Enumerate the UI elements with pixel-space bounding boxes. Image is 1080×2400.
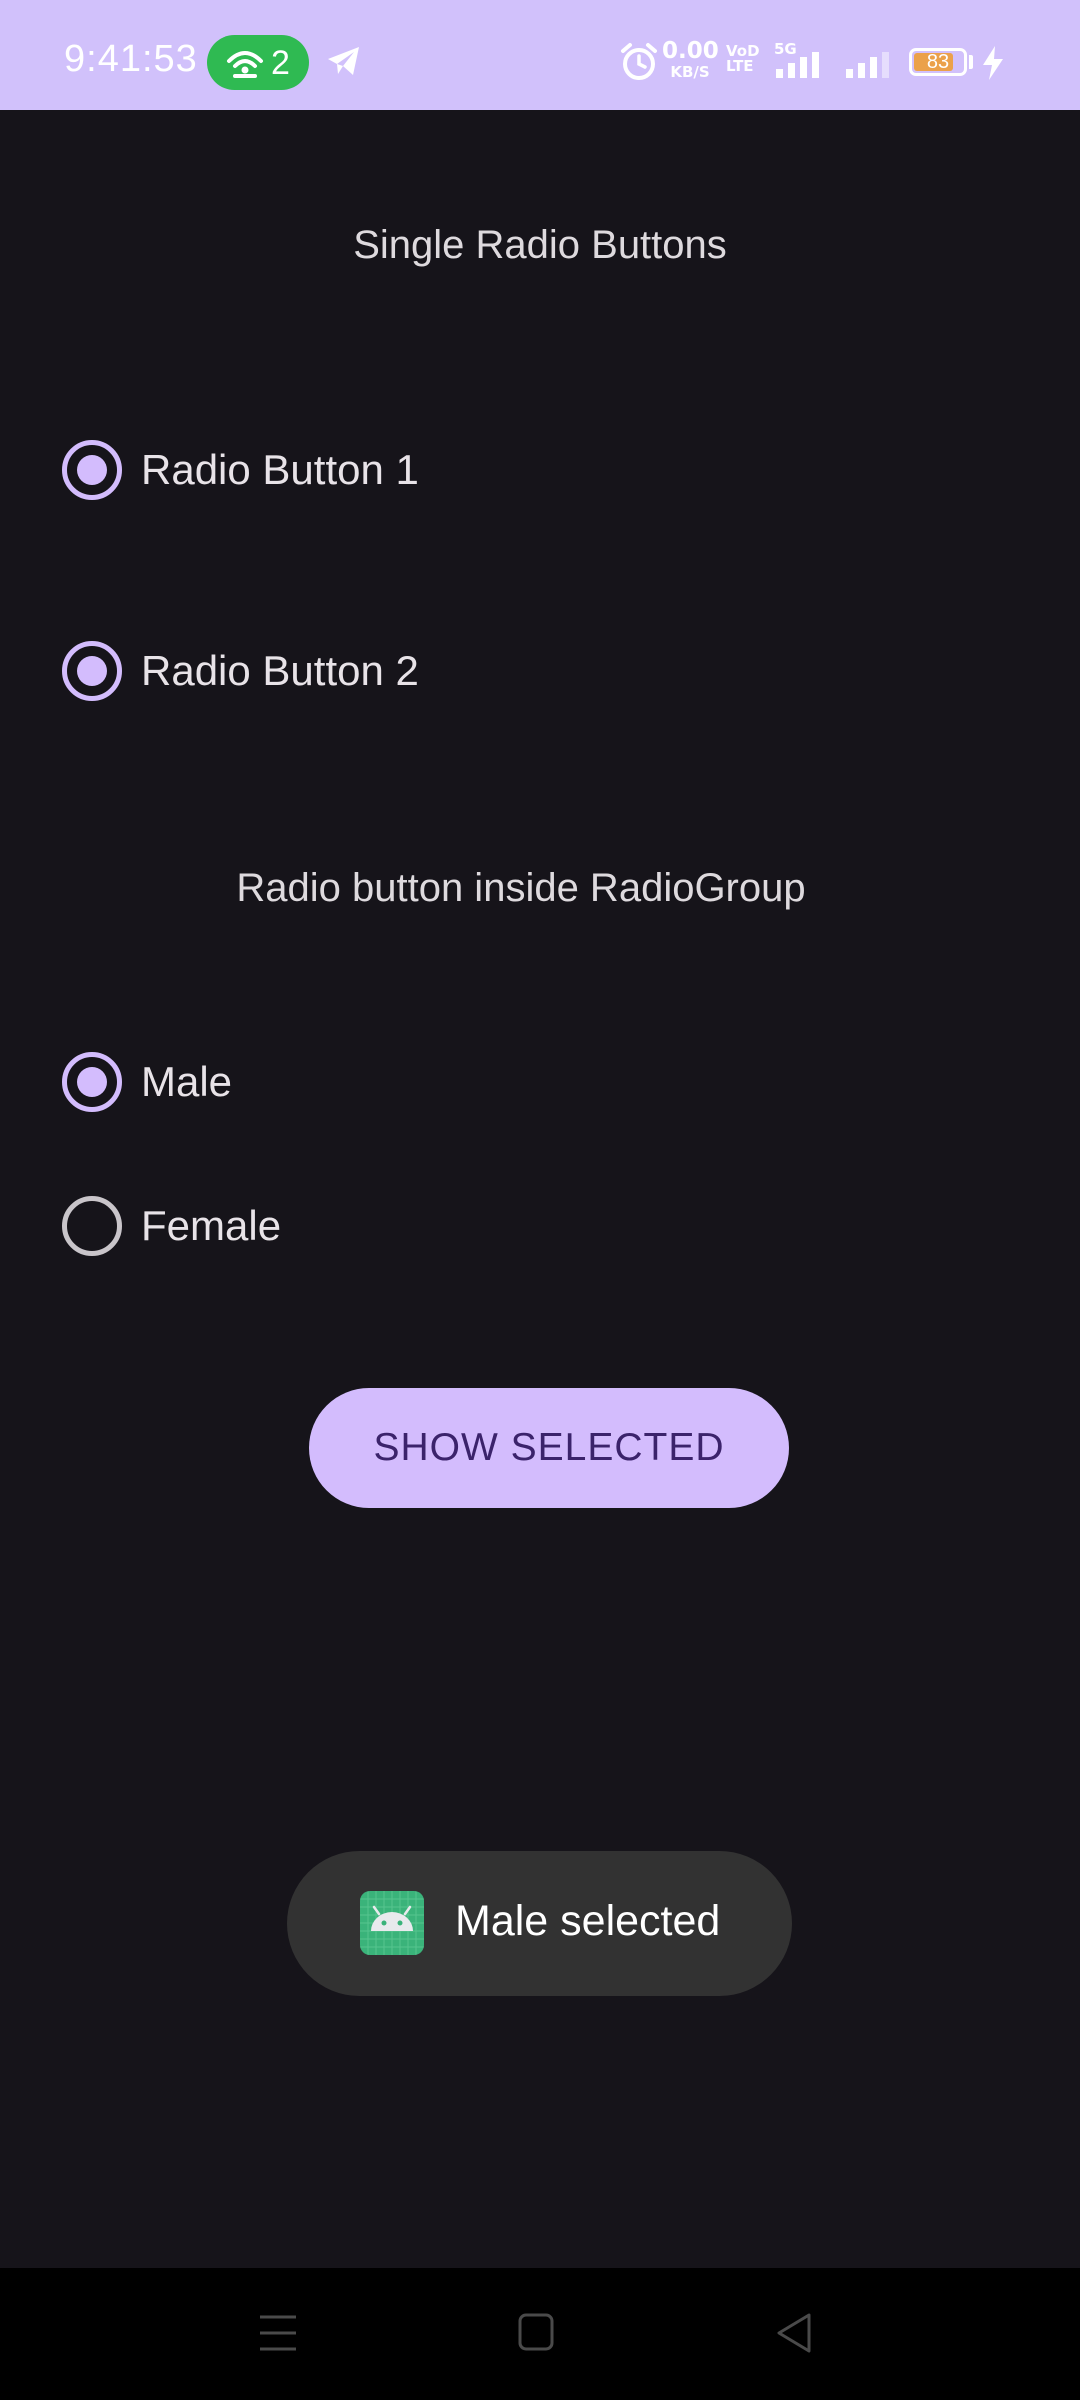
radio-button-1[interactable]: Radio Button 1 [62,440,419,500]
radio-option-male[interactable]: Male [62,1052,232,1112]
battery-level: 83 [926,51,950,73]
radio-option-male-indicator[interactable] [62,1052,122,1112]
radio-button-1-indicator[interactable] [62,440,122,500]
charging-icon [983,46,1003,80]
single-radio-heading: Single Radio Buttons [353,223,727,267]
android-app-icon [360,1891,424,1955]
hotspot-count: 2 [271,44,290,82]
status-time: 9:41:53 [64,38,198,80]
battery-cap [969,55,973,69]
hotspot-icon [227,51,263,78]
home-icon[interactable] [518,2313,554,2351]
battery-icon: 83 [909,48,967,76]
status-bar: 9:41:53 2 0.00 KB/S VoD LTE 5G 83 [0,0,1080,110]
radio-button-2[interactable]: Radio Button 2 [62,641,419,701]
menu-icon[interactable] [259,2313,297,2353]
signal-icon-sim1 [776,52,819,78]
radio-button-2-label[interactable]: Radio Button 2 [141,647,419,695]
radio-button-1-label[interactable]: Radio Button 1 [141,446,419,494]
show-selected-button[interactable]: SHOW SELECTED [309,1388,789,1508]
radio-option-male-label[interactable]: Male [141,1058,232,1106]
network-speed-value: 0.00 [662,38,719,64]
radio-group-heading: Radio button inside RadioGroup [236,866,806,910]
back-icon[interactable] [775,2312,813,2354]
alarm-icon [621,43,657,80]
hotspot-indicator[interactable]: 2 [207,35,309,90]
radio-option-female-indicator[interactable] [62,1196,122,1256]
network-speed-unit: KB/S [670,63,710,81]
telegram-icon [328,47,359,75]
signal-icon-sim2 [846,52,889,78]
radio-option-female-label[interactable]: Female [141,1202,281,1250]
radio-button-2-indicator[interactable] [62,641,122,701]
radio-option-female[interactable]: Female [62,1196,281,1256]
navigation-bar [0,2268,1080,2400]
volte-indicator: VoD LTE [726,44,760,74]
network-speed: 0.00 KB/S [662,38,719,81]
toast-message: Male selected [455,1897,721,1945]
volte-bottom-text: LTE [726,57,754,75]
toast: Male selected [287,1851,792,1996]
